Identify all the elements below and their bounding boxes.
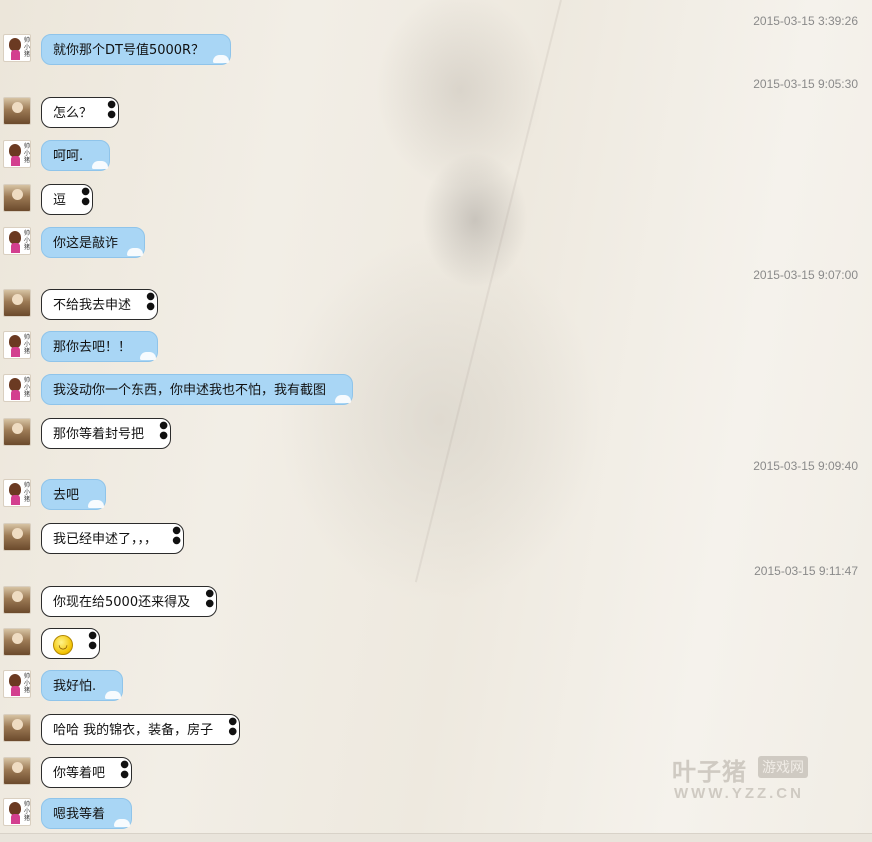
paw-decoration-icon: ● ●	[172, 525, 182, 546]
message-bubble[interactable]: 我好怕.	[41, 670, 124, 701]
message-row: 帅小猪 我好怕.	[0, 670, 872, 704]
timestamp: 2015-03-15 9:07:00	[753, 268, 858, 282]
message-bubble[interactable]: 嗯我等着	[41, 798, 133, 829]
user-avatar-me[interactable]: 帅小猪	[3, 479, 31, 507]
message-bubble[interactable]: 哈哈 我的锦衣，装备，房子 ● ●	[41, 714, 241, 745]
paw-decoration-icon: ● ●	[120, 759, 130, 780]
timestamp: 2015-03-15 9:09:40	[753, 459, 858, 473]
wave-decoration-icon	[105, 691, 122, 699]
message-row: 你现在给5000还来得及 ● ●	[0, 586, 872, 620]
wave-decoration-icon	[114, 819, 131, 827]
site-watermark: 叶子猪 游戏网 WWW.YZZ.CN	[672, 752, 832, 802]
message-row: 帅小猪 就你那个DT号值5000R？	[0, 34, 872, 68]
message-text: 嗯我等着	[53, 807, 106, 822]
paw-decoration-icon: ● ●	[228, 716, 238, 737]
user-avatar-other[interactable]	[3, 757, 31, 785]
user-avatar-other[interactable]	[3, 523, 31, 551]
message-text: 那你等着封号把	[53, 427, 145, 442]
wave-decoration-icon	[213, 55, 230, 63]
user-avatar-other[interactable]	[3, 97, 31, 125]
paw-decoration-icon: ● ●	[81, 186, 91, 207]
message-text: 呵呵.	[53, 149, 84, 164]
message-text: 你等着吧	[53, 766, 106, 781]
message-bubble[interactable]: 你这是敲诈	[41, 227, 146, 258]
wave-decoration-icon	[92, 161, 109, 169]
watermark-sub: 游戏网	[758, 756, 808, 778]
user-avatar-other[interactable]	[3, 418, 31, 446]
message-bubble[interactable]: 怎么？ ● ●	[41, 97, 120, 128]
wave-decoration-icon	[140, 352, 157, 360]
message-text: 逗	[53, 193, 67, 208]
message-bubble[interactable]: 不给我去申述 ● ●	[41, 289, 159, 320]
chat-history[interactable]: 2015-03-15 3:39:26 帅小猪 就你那个DT号值5000R？ 20…	[0, 0, 872, 842]
message-text: 就你那个DT号值5000R？	[53, 43, 205, 58]
user-avatar-other[interactable]	[3, 289, 31, 317]
message-row: 帅小猪 呵呵.	[0, 140, 872, 174]
message-text: 我好怕.	[53, 679, 97, 694]
message-bubble[interactable]: 呵呵.	[41, 140, 111, 171]
message-row: 怎么？ ● ●	[0, 97, 872, 131]
watermark-brand: 叶子猪	[672, 758, 747, 786]
timestamp: 2015-03-15 9:05:30	[753, 77, 858, 91]
user-avatar-me[interactable]: 帅小猪	[3, 227, 31, 255]
message-bubble[interactable]: 那你去吧！！	[41, 331, 159, 362]
wave-decoration-icon	[335, 395, 352, 403]
watermark-url: WWW.YZZ.CN	[674, 785, 804, 802]
message-text: 不给我去申述	[53, 298, 132, 313]
user-avatar-me[interactable]: 帅小猪	[3, 331, 31, 359]
message-bubble[interactable]: 我没动你一个东西，你申述我也不怕，我有截图	[41, 374, 354, 405]
timestamp: 2015-03-15 9:11:47	[754, 564, 858, 578]
user-avatar-me[interactable]: 帅小猪	[3, 670, 31, 698]
user-avatar-other[interactable]	[3, 628, 31, 656]
user-avatar-other[interactable]	[3, 184, 31, 212]
message-text: 怎么？	[53, 106, 93, 121]
toolbar-strip	[0, 833, 872, 842]
user-avatar-me[interactable]: 帅小猪	[3, 34, 31, 62]
user-avatar-other[interactable]	[3, 714, 31, 742]
message-text: 你现在给5000还来得及	[53, 595, 191, 610]
message-text: 去吧	[53, 488, 80, 503]
message-text: 我已经申述了，，，	[53, 532, 158, 547]
user-avatar-me[interactable]: 帅小猪	[3, 798, 31, 826]
message-bubble[interactable]: 那你等着封号把 ● ●	[41, 418, 172, 449]
user-avatar-me[interactable]: 帅小猪	[3, 140, 31, 168]
message-row: 那你等着封号把 ● ●	[0, 418, 872, 452]
message-text: 那你去吧！！	[53, 340, 132, 355]
message-row: 逗 ● ●	[0, 184, 872, 218]
message-row: 帅小猪 嗯我等着	[0, 798, 872, 832]
user-avatar-other[interactable]	[3, 586, 31, 614]
message-bubble[interactable]: ◡ ● ●	[41, 628, 100, 659]
paw-decoration-icon: ● ●	[205, 588, 215, 609]
message-bubble[interactable]: 逗 ● ●	[41, 184, 94, 215]
paw-decoration-icon: ● ●	[107, 99, 117, 120]
wave-decoration-icon	[127, 248, 144, 256]
message-row: 帅小猪 我没动你一个东西，你申述我也不怕，我有截图	[0, 374, 872, 408]
message-row: 我已经申述了，，， ● ●	[0, 523, 872, 557]
message-row: 帅小猪 你这是敲诈	[0, 227, 872, 261]
user-avatar-me[interactable]: 帅小猪	[3, 374, 31, 402]
message-bubble[interactable]: 你等着吧 ● ●	[41, 757, 133, 788]
message-bubble[interactable]: 我已经申述了，，， ● ●	[41, 523, 185, 554]
message-row: 哈哈 我的锦衣，装备，房子 ● ●	[0, 714, 872, 748]
paw-decoration-icon: ● ●	[159, 420, 169, 441]
smiley-emoji-icon: ◡	[53, 635, 73, 655]
wave-decoration-icon	[88, 500, 105, 508]
message-row: 帅小猪 那你去吧！！	[0, 331, 872, 365]
message-bubble[interactable]: 你现在给5000还来得及 ● ●	[41, 586, 218, 617]
message-text: 我没动你一个东西，你申述我也不怕，我有截图	[53, 383, 327, 398]
message-row: 帅小猪 去吧	[0, 479, 872, 513]
message-row: 不给我去申述 ● ●	[0, 289, 872, 323]
paw-decoration-icon: ● ●	[146, 291, 156, 312]
message-row: ◡ ● ●	[0, 628, 872, 662]
paw-decoration-icon: ● ●	[88, 630, 97, 651]
message-bubble[interactable]: 就你那个DT号值5000R？	[41, 34, 232, 65]
message-text: 你这是敲诈	[53, 236, 119, 251]
message-bubble[interactable]: 去吧	[41, 479, 107, 510]
message-text: 哈哈 我的锦衣，装备，房子	[53, 723, 214, 738]
timestamp: 2015-03-15 3:39:26	[753, 14, 858, 28]
